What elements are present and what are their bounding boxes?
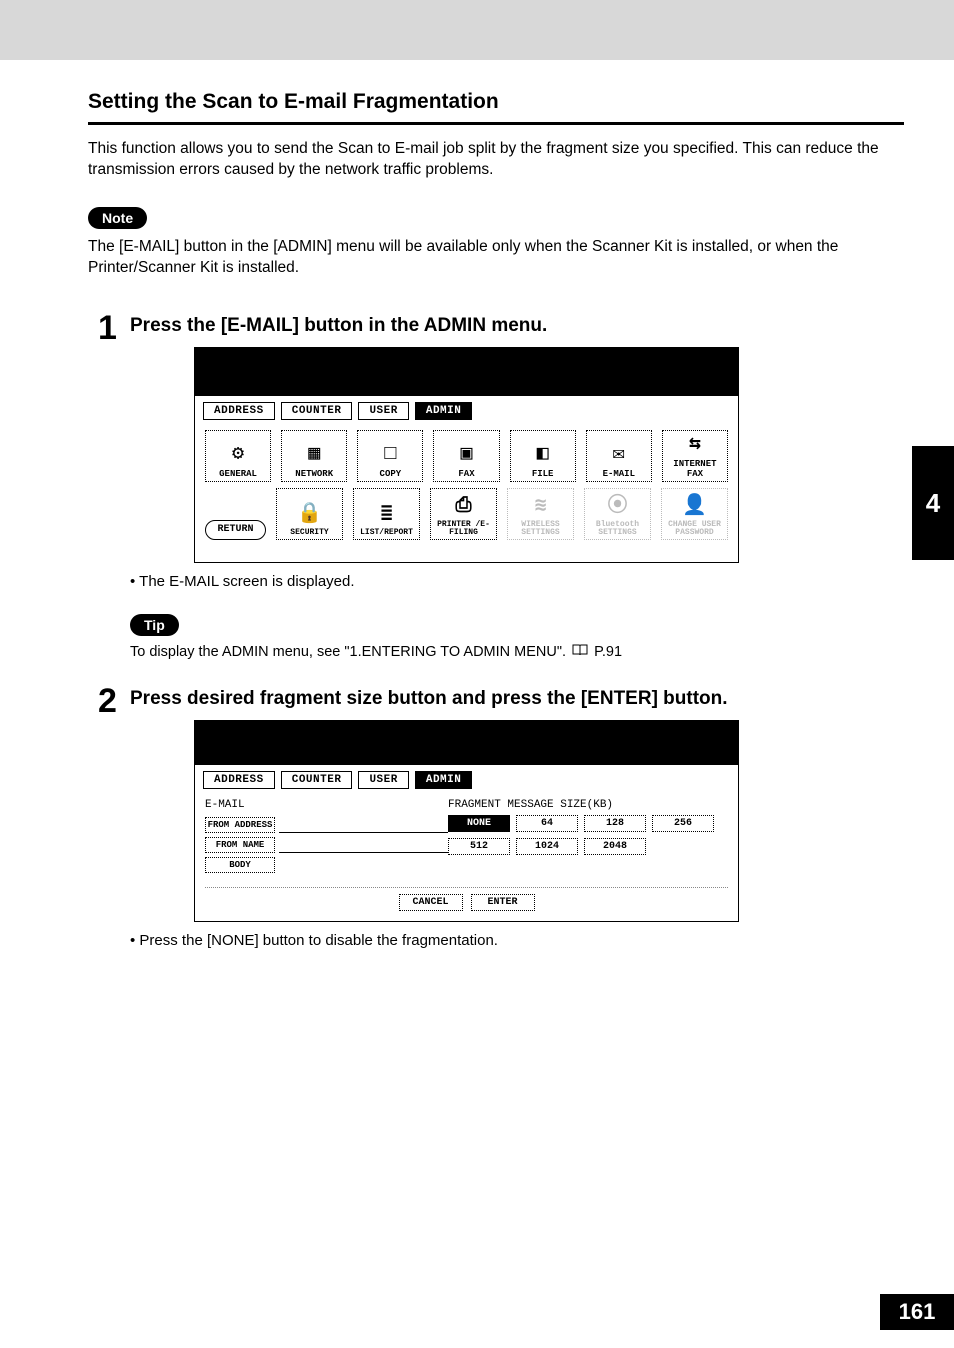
tab-user[interactable]: USER <box>358 402 408 420</box>
step-number: 1 <box>98 309 117 348</box>
tab-admin[interactable]: ADMIN <box>415 771 473 789</box>
page-number: 161 <box>880 1294 954 1330</box>
step2-bullet: Press the [NONE] button to disable the f… <box>130 932 904 949</box>
email-settings-screenshot: ADDRESS COUNTER USER ADMIN E-MAIL FROM ADDR… <box>194 720 739 922</box>
fragment-size-label: FRAGMENT MESSAGE SIZE(KB) <box>448 799 728 811</box>
field-input-from-name[interactable] <box>279 837 448 853</box>
admin-btn-bluetooth-settings: ⦿Bluetooth SETTINGS <box>584 488 651 540</box>
screenshot-titlebar <box>195 348 738 396</box>
fragment-size-none[interactable]: NONE <box>448 815 510 832</box>
admin-btn-change-user-password: 👤CHANGE USER PASSWORD <box>661 488 728 540</box>
fragment-size-1024[interactable]: 1024 <box>516 838 578 855</box>
intro-paragraph: This function allows you to send the Sca… <box>88 139 904 181</box>
tab-counter[interactable]: COUNTER <box>281 771 353 789</box>
field-btn-from-address[interactable]: FROM ADDRESS <box>205 817 275 833</box>
admin-btn-e-mail[interactable]: ✉E-MAIL <box>586 430 652 482</box>
fragment-size-128[interactable]: 128 <box>584 815 646 832</box>
admin-btn-network[interactable]: ▦NETWORK <box>281 430 347 482</box>
step-number: 2 <box>98 682 117 721</box>
tab-user[interactable]: USER <box>358 771 408 789</box>
admin-btn-copy[interactable]: □COPY <box>357 430 423 482</box>
tip-pill: Tip <box>130 614 179 636</box>
book-icon <box>572 644 588 660</box>
chapter-tab: 4 <box>912 446 954 560</box>
step-title: Press desired fragment size button and p… <box>130 688 904 710</box>
field-btn-from-name[interactable]: FROM NAME <box>205 837 275 853</box>
screenshot-tabs: ADDRESS COUNTER USER ADMIN <box>195 396 738 424</box>
tip-text: To display the ADMIN menu, see "1.ENTERI… <box>130 644 904 660</box>
section-heading: Setting the Scan to E-mail Fragmentation <box>88 90 904 114</box>
fragment-size-512[interactable]: 512 <box>448 838 510 855</box>
step1-bullet: The E-MAIL screen is displayed. <box>130 573 904 590</box>
fragment-size-256[interactable]: 256 <box>652 815 714 832</box>
admin-btn-fax[interactable]: ▣FAX <box>433 430 499 482</box>
admin-btn-wireless-settings: ≋WIRELESS SETTINGS <box>507 488 574 540</box>
return-button[interactable]: RETURN <box>205 520 266 540</box>
field-btn-body[interactable]: BODY <box>205 857 275 873</box>
admin-btn-printer-e-filing[interactable]: ⎙PRINTER /E-FILING <box>430 488 497 540</box>
admin-btn-file[interactable]: ◧FILE <box>510 430 576 482</box>
page-ref: P.91 <box>594 644 622 660</box>
fragment-size-2048[interactable]: 2048 <box>584 838 646 855</box>
email-section-label: E-MAIL <box>205 799 448 811</box>
tab-address[interactable]: ADDRESS <box>203 402 275 420</box>
field-input-from-address[interactable] <box>279 817 448 833</box>
admin-btn-internet-fax[interactable]: ⇆INTERNET FAX <box>662 430 728 482</box>
fragment-size-64[interactable]: 64 <box>516 815 578 832</box>
tab-address[interactable]: ADDRESS <box>203 771 275 789</box>
tab-admin[interactable]: ADMIN <box>415 402 473 420</box>
admin-btn-security[interactable]: 🔒SECURITY <box>276 488 343 540</box>
tab-counter[interactable]: COUNTER <box>281 402 353 420</box>
heading-rule <box>88 122 904 125</box>
step-2: 2 Press desired fragment size button and… <box>88 688 904 949</box>
admin-menu-screenshot: ADDRESS COUNTER USER ADMIN ⚙GENERAL▦NETWORK… <box>194 347 739 563</box>
enter-button[interactable]: ENTER <box>471 894 535 911</box>
note-pill: Note <box>88 207 147 229</box>
screenshot-titlebar <box>195 721 738 765</box>
step-1: 1 Press the [E-MAIL] button in the ADMIN… <box>88 315 904 660</box>
tip-text-content: To display the ADMIN menu, see "1.ENTERI… <box>130 644 566 660</box>
step-title: Press the [E-MAIL] button in the ADMIN m… <box>130 315 904 337</box>
note-text: The [E-MAIL] button in the [ADMIN] menu … <box>88 237 904 279</box>
admin-btn-list-report[interactable]: ≣LIST/REPORT <box>353 488 420 540</box>
screenshot-tabs: ADDRESS COUNTER USER ADMIN <box>195 765 738 793</box>
cancel-button[interactable]: CANCEL <box>399 894 463 911</box>
admin-btn-general[interactable]: ⚙GENERAL <box>205 430 271 482</box>
